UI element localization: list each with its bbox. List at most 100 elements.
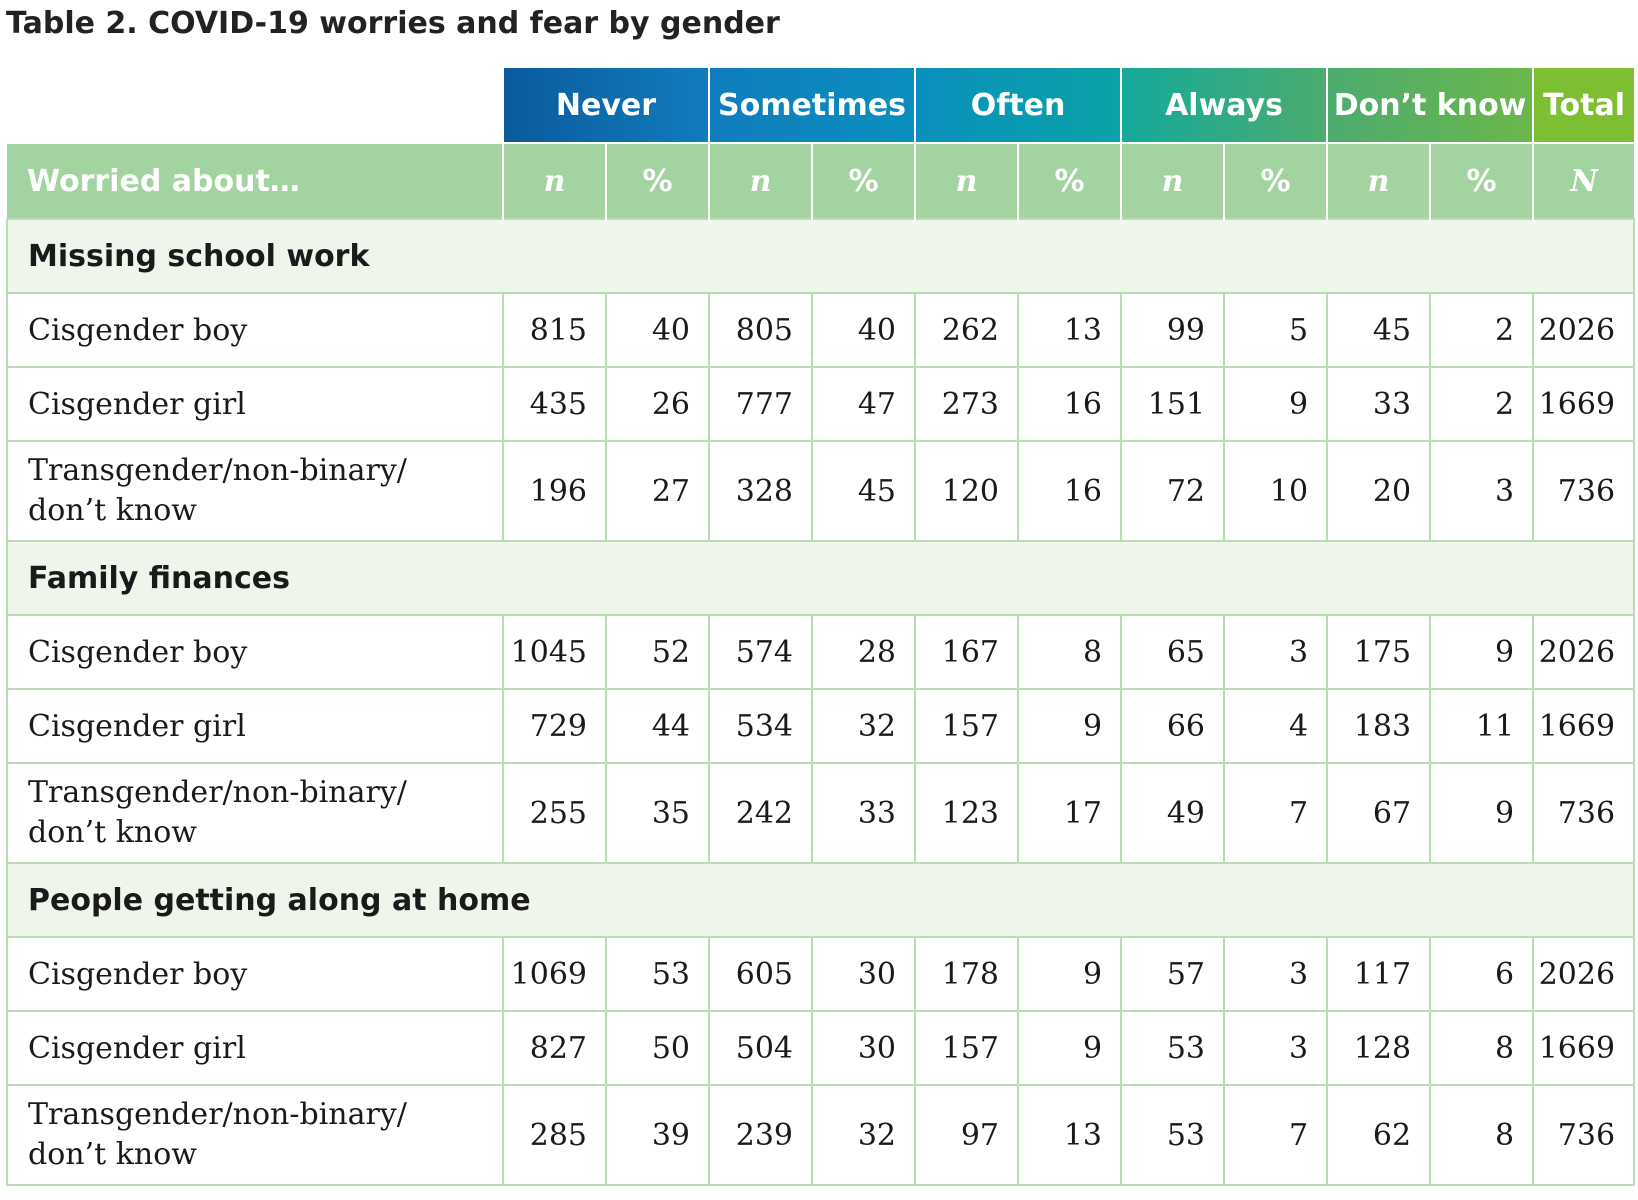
table-cell: 7 <box>1223 1084 1329 1186</box>
table-cell: 157 <box>914 688 1020 764</box>
row-label: Cisgender girl <box>6 1010 504 1086</box>
table-cell: 178 <box>914 936 1020 1012</box>
table-cell: 45 <box>810 440 917 542</box>
col-header-dont-know: Don’t know <box>1326 68 1534 143</box>
table-cell: 57 <box>1120 936 1226 1012</box>
table-cell: 175 <box>1326 614 1432 690</box>
table-cell: 827 <box>502 1010 607 1086</box>
table-cell: 1069 <box>502 936 607 1012</box>
table-cell: 805 <box>708 292 813 368</box>
table-cell: 9 <box>1017 688 1123 764</box>
subheader-n: n <box>502 142 606 219</box>
table-cell: 2026 <box>1532 936 1636 1012</box>
table-cell: 99 <box>1120 292 1226 368</box>
col-header-sometimes: Sometimes <box>707 68 916 143</box>
subheader-percent: % <box>810 142 916 219</box>
subheader-n: n <box>1326 142 1431 219</box>
table-cell: 2 <box>1429 292 1535 368</box>
table-cell: 123 <box>914 762 1020 864</box>
table-cell: 8 <box>1429 1084 1535 1186</box>
table-cell: 9 <box>1223 366 1329 442</box>
table-row: Cisgender girl 435 26 777 47 273 16 151 9 33 2 1669 <box>6 366 1636 442</box>
table-cell: 27 <box>605 440 710 542</box>
table-cell: 97 <box>914 1084 1020 1186</box>
row-label: Cisgender boy <box>6 292 504 368</box>
row-label: Cisgender girl <box>6 366 504 442</box>
table-cell: 26 <box>605 366 710 442</box>
table-cell: 33 <box>1326 366 1432 442</box>
table-cell: 2 <box>1429 366 1535 442</box>
table-cell: 736 <box>1532 1084 1636 1186</box>
table-cell: 8 <box>1017 614 1123 690</box>
table-cell: 3 <box>1223 614 1329 690</box>
table-cell: 8 <box>1429 1010 1535 1086</box>
table-cell: 52 <box>605 614 710 690</box>
table-cell: 5 <box>1223 292 1329 368</box>
table-cell: 120 <box>914 440 1020 542</box>
table-row: Cisgender boy 815 40 805 40 262 13 99 5 45 2 2026 <box>6 292 1636 368</box>
table-cell: 729 <box>502 688 607 764</box>
table-cell: 777 <box>708 366 813 442</box>
table-cell: 17 <box>1017 762 1123 864</box>
table-cell: 4 <box>1223 688 1329 764</box>
table-cell: 47 <box>810 366 917 442</box>
table-cell: 504 <box>708 1010 813 1086</box>
col-header-total: Total <box>1532 68 1635 143</box>
table-cell: 62 <box>1326 1084 1432 1186</box>
table-row: Transgender/non-binary/don’t know 255 35 24… <box>6 762 1636 864</box>
table-cell: 285 <box>502 1084 607 1186</box>
table-cell: 33 <box>810 762 917 864</box>
worried-about-label: Worried about… <box>7 142 503 219</box>
subheader-n: n <box>1120 142 1225 219</box>
table-cell: 3 <box>1429 440 1535 542</box>
table-cell: 2026 <box>1532 292 1636 368</box>
table-cell: 242 <box>708 762 813 864</box>
subheader-total-n: N <box>1532 142 1635 219</box>
table-cell: 9 <box>1429 762 1535 864</box>
table-cell: 9 <box>1017 1010 1123 1086</box>
table-cell: 28 <box>810 614 917 690</box>
table-cell: 2026 <box>1532 614 1636 690</box>
table-cell: 239 <box>708 1084 813 1186</box>
table-cell: 435 <box>502 366 607 442</box>
table-cell: 6 <box>1429 936 1535 1012</box>
table-cell: 574 <box>708 614 813 690</box>
row-label: Transgender/non-binary/don’t know <box>6 440 504 542</box>
table-cell: 67 <box>1326 762 1432 864</box>
subheader-row: Worried about… n % n % n % n % n % N <box>7 142 1635 219</box>
table-cell: 40 <box>605 292 710 368</box>
row-label: Transgender/non-binary/don’t know <box>6 1084 504 1186</box>
table-cell: 183 <box>1326 688 1432 764</box>
table-row: Cisgender girl 729 44 534 32 157 9 66 4 183 11 1669 <box>6 688 1636 764</box>
subheader-percent: % <box>1223 142 1328 219</box>
table-cell: 13 <box>1017 1084 1123 1186</box>
table-cell: 9 <box>1429 614 1535 690</box>
table-row: Cisgender girl 827 50 504 30 157 9 53 3 128 8 1669 <box>6 1010 1636 1086</box>
table-cell: 1669 <box>1532 688 1636 764</box>
section-row: Missing school work <box>5 218 1636 294</box>
table-cell: 151 <box>1120 366 1226 442</box>
table-cell: 9 <box>1017 936 1123 1012</box>
table-cell: 45 <box>1326 292 1432 368</box>
table-cell: 534 <box>708 688 813 764</box>
table-cell: 53 <box>1120 1010 1226 1086</box>
table-cell: 328 <box>708 440 813 542</box>
table-cell: 40 <box>810 292 917 368</box>
table-cell: 53 <box>605 936 710 1012</box>
table-cell: 49 <box>1120 762 1226 864</box>
table-cell: 736 <box>1532 440 1636 542</box>
table-row: Transgender/non-binary/don’t know 285 39 23… <box>6 1084 1636 1186</box>
table-cell: 50 <box>605 1010 710 1086</box>
column-group-header-row: Never Sometimes Often Always Don’t know … <box>7 68 1635 143</box>
table-cell: 1669 <box>1532 366 1636 442</box>
section-row: Family finances <box>5 540 1636 616</box>
table-cell: 30 <box>810 936 917 1012</box>
table-cell: 32 <box>810 1084 917 1186</box>
table-cell: 11 <box>1429 688 1535 764</box>
subheader-n: n <box>914 142 1019 219</box>
table-cell: 32 <box>810 688 917 764</box>
table-cell: 167 <box>914 614 1020 690</box>
table-title: Table 2. COVID-19 worries and fear by ge… <box>6 6 780 41</box>
table-row: Cisgender boy 1045 52 574 28 167 8 65 3 175 9 2026 <box>6 614 1636 690</box>
table-cell: 117 <box>1326 936 1432 1012</box>
